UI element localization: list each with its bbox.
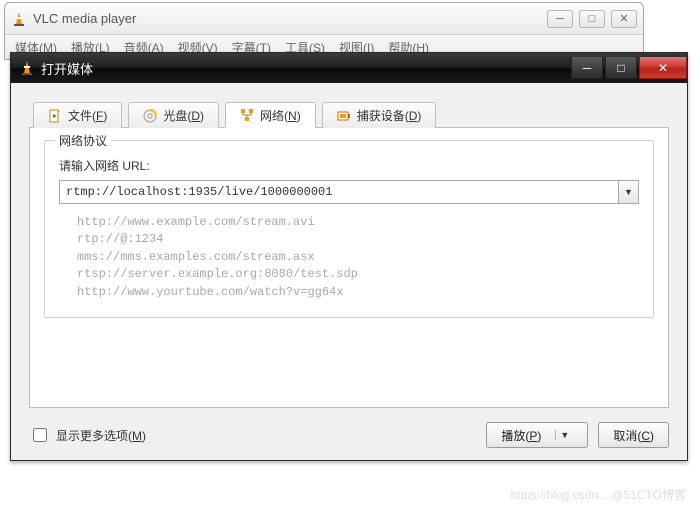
close-button[interactable]: ✕ <box>611 10 637 28</box>
more-options-checkbox[interactable]: 显示更多选项(M) <box>29 425 146 445</box>
maximize-button[interactable]: □ <box>579 10 605 28</box>
main-titlebar: VLC media player ─ □ ✕ <box>5 3 643 35</box>
tab-capture[interactable]: 捕获设备(D) <box>322 102 437 128</box>
tab-file[interactable]: 文件(F) <box>33 102 122 128</box>
play-split-button[interactable]: ▼ <box>555 430 573 440</box>
network-protocol-group: 网络协议 请输入网络 URL: ▼ http://www.example.com… <box>44 140 654 318</box>
watermark: https://blog.csdn... @51CTO博客 <box>511 486 686 503</box>
dialog-title: 打开媒体 <box>41 59 569 78</box>
dialog-minimize-button[interactable]: ─ <box>571 57 603 79</box>
main-title: VLC media player <box>33 11 547 26</box>
chevron-down-icon: ▼ <box>560 430 569 440</box>
network-icon <box>240 108 254 122</box>
more-options-input[interactable] <box>33 428 47 442</box>
tab-network[interactable]: 网络(N) <box>225 102 316 128</box>
open-media-dialog: 打开媒体 ─ □ ✕ 文件(F) 光盘(D) 网络(N) 捕获设备(D) <box>10 52 688 461</box>
group-title: 网络协议 <box>55 132 111 149</box>
tab-disc[interactable]: 光盘(D) <box>128 102 219 128</box>
url-input[interactable] <box>59 180 619 204</box>
vlc-icon <box>11 11 27 27</box>
minimize-button[interactable]: ─ <box>547 10 573 28</box>
url-dropdown-button[interactable]: ▼ <box>619 180 639 204</box>
dialog-maximize-button[interactable]: □ <box>605 57 637 79</box>
dialog-close-button[interactable]: ✕ <box>639 57 687 79</box>
url-examples: http://www.example.com/stream.avi rtp://… <box>77 214 639 301</box>
cancel-button[interactable]: 取消(C) <box>598 422 669 448</box>
dialog-titlebar: 打开媒体 ─ □ ✕ <box>11 53 687 83</box>
file-icon <box>48 109 62 123</box>
url-label: 请输入网络 URL: <box>59 157 639 174</box>
disc-icon <box>143 109 157 123</box>
vlc-icon <box>19 60 35 76</box>
tab-strip: 文件(F) 光盘(D) 网络(N) 捕获设备(D) <box>29 101 669 128</box>
play-button[interactable]: 播放(P) ▼ <box>486 422 588 448</box>
capture-icon <box>337 109 351 123</box>
network-panel: 网络协议 请输入网络 URL: ▼ http://www.example.com… <box>29 128 669 408</box>
